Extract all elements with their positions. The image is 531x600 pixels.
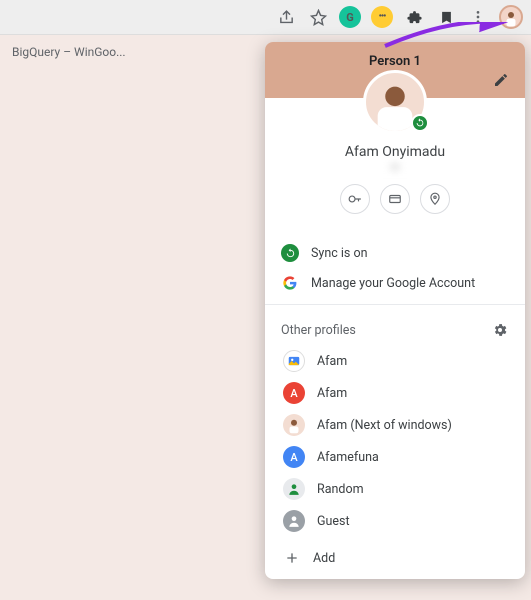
email-masked: m: [320, 162, 470, 174]
action-row: [281, 184, 509, 214]
profile-row[interactable]: Random: [265, 473, 525, 505]
profile-panel: Person 1 Afam Onyimadu m Sync is on: [265, 42, 525, 579]
divider: [265, 304, 525, 305]
passwords-button[interactable]: [340, 184, 370, 214]
display-name: Afam Onyimadu: [281, 144, 509, 160]
annotation-arrow: [380, 22, 510, 52]
profile-row[interactable]: Afam (Next of windows): [265, 409, 525, 441]
sync-icon: [281, 244, 299, 262]
other-profiles-label: Other profiles: [281, 323, 356, 338]
settings-gear-icon[interactable]: [491, 321, 509, 339]
profile-avatar-icon: A: [283, 446, 305, 468]
profile-avatar-icon: [283, 510, 305, 532]
profile-name: Afam: [317, 386, 347, 401]
manage-label: Manage your Google Account: [311, 276, 475, 291]
profiles-list: Afam A Afam Afam (Next of windows) A Afamefun…: [265, 345, 525, 541]
star-icon[interactable]: [307, 6, 329, 28]
profile-avatar-icon: [283, 350, 305, 372]
profile-name: Random: [317, 482, 364, 497]
payment-button[interactable]: [380, 184, 410, 214]
profile-name: Afam: [317, 354, 347, 369]
addresses-button[interactable]: [420, 184, 450, 214]
grammarly-icon[interactable]: G: [339, 6, 361, 28]
plus-icon: [283, 549, 301, 567]
profile-label: Person 1: [369, 54, 421, 69]
sync-badge-icon: [411, 114, 429, 132]
add-label: Add: [313, 551, 335, 566]
tab-title: BigQuery – WinGoo...: [12, 45, 126, 59]
sync-status-row[interactable]: Sync is on: [265, 238, 525, 268]
profile-name: Afamefuna: [317, 450, 379, 465]
profile-row[interactable]: Guest: [265, 505, 525, 537]
profile-avatar-icon: [283, 414, 305, 436]
add-profile-row[interactable]: Add: [265, 541, 525, 579]
sync-label: Sync is on: [311, 246, 368, 261]
profile-row[interactable]: A Afamefuna: [265, 441, 525, 473]
profile-avatar-icon: A: [283, 382, 305, 404]
edit-profile-icon[interactable]: [493, 72, 511, 90]
profile-row[interactable]: Afam: [265, 345, 525, 377]
profile-name: Afam (Next of windows): [317, 418, 452, 433]
profile-row[interactable]: A Afam: [265, 377, 525, 409]
manage-account-row[interactable]: Manage your Google Account: [265, 268, 525, 298]
other-profiles-header: Other profiles: [265, 311, 525, 345]
google-g-icon: [281, 274, 299, 292]
profile-avatar-icon: [283, 478, 305, 500]
profile-name: Guest: [317, 514, 350, 529]
share-icon[interactable]: [275, 6, 297, 28]
